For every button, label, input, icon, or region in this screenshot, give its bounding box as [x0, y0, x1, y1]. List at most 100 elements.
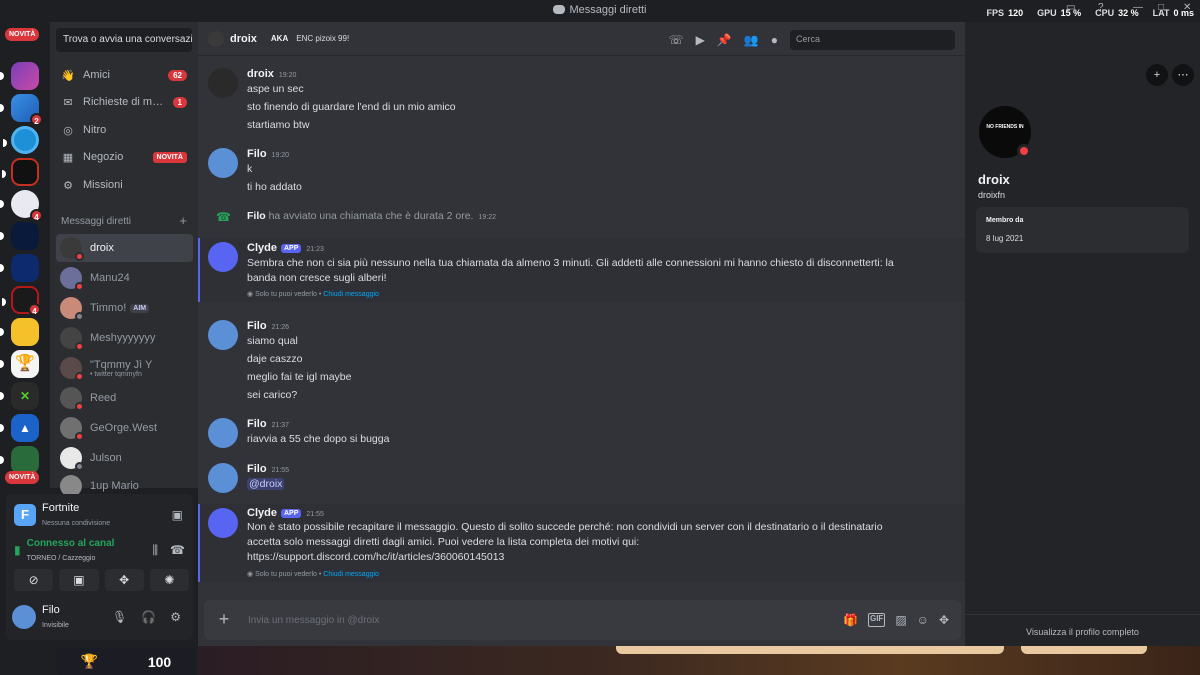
user-info: Filo Invisibile 🎙 🎧 ⚙ [12, 599, 187, 635]
mail-icon: ✉ [63, 96, 73, 109]
support-link[interactable]: https://support.discord.com/hc/it/articl… [247, 551, 504, 563]
ephemeral-note: ◉ Solo tu puoi vederlo • Chiudi messaggi… [247, 571, 379, 578]
pin-icon[interactable]: 📌 [717, 33, 732, 47]
dm-item[interactable]: Meshyyyyyyy [56, 324, 193, 352]
server-icon[interactable]: 4 [2, 286, 41, 316]
server-icon[interactable] [0, 62, 39, 90]
activity-game[interactable]: F Fortnite Nessuna condivisione ▣ [14, 500, 189, 530]
message-text: sei carico? [247, 389, 298, 401]
voice-call-icon[interactable]: ☏ [669, 33, 684, 47]
server-icon[interactable] [2, 158, 39, 186]
nitro-icon: ◎ [63, 124, 73, 137]
message-text: daje caszzo [247, 353, 303, 365]
game-background [198, 646, 1200, 675]
message-author[interactable]: Filo 19:20 [247, 148, 289, 160]
ephemeral-message: Clyde APP 21:55 Non è stato possibile reca… [198, 504, 965, 582]
server-icon[interactable] [3, 126, 39, 154]
server-icon[interactable]: 2 [0, 94, 43, 126]
microphone-icon[interactable]: 🎙 [112, 610, 127, 624]
dismiss-message-link[interactable]: Chiudi messaggio [323, 291, 379, 298]
noise-suppression-icon[interactable]: ⫼ [153, 543, 159, 558]
message-composer[interactable]: + Invia un messaggio in @droix 🎁 GIF ▨ ☺… [204, 600, 961, 640]
find-conversation-button[interactable]: Trova o avvia una conversazione [56, 28, 192, 52]
clyde-avatar[interactable] [208, 508, 238, 538]
clyde-avatar[interactable] [208, 242, 238, 272]
dm-item-droix[interactable]: droix [56, 234, 193, 262]
dm-item[interactable]: GeOrge.West [56, 414, 193, 442]
sticker-icon[interactable]: ▨ [895, 613, 906, 627]
inbox-icon[interactable]: ▭ [1066, 2, 1075, 13]
message-input[interactable]: Invia un messaggio in @droix [248, 615, 843, 626]
disconnect-icon[interactable]: ☎ [170, 543, 185, 557]
message-text: riavvia a 55 che dopo si bugga [247, 433, 390, 445]
server-icon[interactable]: 4 [0, 190, 43, 222]
message-author[interactable]: Filo 21:55 [247, 463, 289, 475]
add-dm-icon[interactable]: + [179, 214, 187, 227]
dm-item[interactable]: Manu24 [56, 264, 193, 292]
avatar [208, 30, 224, 47]
more-options-icon[interactable]: ⋯ [1172, 64, 1194, 86]
message-text: startiamo btw [247, 119, 310, 131]
dm-item[interactable]: Julson [56, 444, 193, 472]
avatar [60, 447, 84, 471]
message-group: Filo 21:37 riavvia a 55 che dopo si bugga [198, 416, 965, 448]
apps-icon[interactable]: ✥ [939, 613, 949, 627]
soundboard-button[interactable]: ✺ [149, 569, 189, 591]
nav-friends[interactable]: 👋 Amici 62 [56, 63, 192, 87]
activities-button[interactable]: ✥ [104, 569, 144, 591]
trophy-server-icon[interactable]: 🏆 [0, 350, 39, 378]
server-icon[interactable] [0, 254, 39, 282]
avatar[interactable] [208, 148, 238, 178]
gif-icon[interactable]: GIF [867, 613, 886, 627]
emoji-icon[interactable]: ☺ [917, 613, 929, 627]
message-author[interactable]: Filo 21:26 [247, 320, 289, 332]
user-profile-icon[interactable]: ● [771, 33, 778, 47]
add-attachment-icon[interactable]: + [214, 610, 234, 630]
nav-message-requests[interactable]: ✉Richieste di messaggi1 [56, 90, 192, 114]
settings-gear-icon[interactable]: ⚙ [170, 610, 181, 624]
gift-icon[interactable]: 🎁 [843, 613, 858, 627]
camera-off-button[interactable]: ⊘ [14, 569, 54, 591]
dm-item[interactable]: "Tqmmy Jì Y • twitter tqmmyfn [56, 354, 193, 382]
server-icon[interactable] [0, 222, 39, 250]
profile-name: droix [978, 172, 1010, 187]
nav-nitro[interactable]: ◎ Nitro [56, 118, 192, 142]
help-icon[interactable]: ? [1098, 2, 1104, 13]
close-icon[interactable]: ✕ [1183, 2, 1191, 13]
add-friends-icon[interactable]: 👥 [744, 33, 759, 47]
server-icon[interactable]: ✕ [0, 382, 39, 410]
message-author[interactable]: droix 19:20 [247, 68, 296, 80]
message-author[interactable]: Filo 21:37 [247, 418, 289, 430]
server-icon[interactable]: ▲ [0, 414, 39, 442]
avatar [60, 357, 84, 381]
message-author[interactable]: Clyde APP 21:55 [247, 507, 324, 519]
nav-quests[interactable]: ⚙ Missioni [56, 173, 192, 197]
avatar[interactable] [12, 605, 36, 629]
avatar [60, 297, 84, 321]
message-author[interactable]: Clyde APP 21:23 [247, 242, 324, 254]
screen-share-icon[interactable]: ▣ [172, 508, 183, 522]
search-input[interactable]: Cerca [790, 30, 955, 50]
server-icon[interactable] [0, 446, 39, 474]
user-mention[interactable]: @droix [247, 478, 285, 490]
add-friend-icon[interactable]: + [1146, 64, 1168, 86]
video-call-icon[interactable]: ▶ [696, 33, 705, 47]
avatar[interactable] [208, 418, 238, 448]
avatar[interactable] [208, 320, 238, 350]
dm-item[interactable]: Reed [56, 384, 193, 412]
screen-share-button[interactable]: ▣ [59, 569, 99, 591]
minimize-icon[interactable]: — [1133, 2, 1143, 13]
discord-icon [553, 5, 566, 14]
avatar[interactable] [208, 463, 238, 493]
message-group: Filo 21:55 @droix [198, 461, 965, 493]
dismiss-message-link[interactable]: Chiudi messaggio [323, 571, 379, 578]
maximize-icon[interactable]: □ [1158, 2, 1164, 13]
server-icon[interactable] [0, 318, 39, 346]
message-text: ti ho addato [247, 181, 302, 193]
nav-shop[interactable]: ▦ Negozio NOVITÀ [56, 145, 192, 169]
avatar[interactable] [208, 68, 238, 98]
dm-item[interactable]: Timmo! AIM [56, 294, 193, 322]
eye-icon: ◉ [247, 291, 256, 298]
headphones-icon[interactable]: 🎧 [141, 610, 156, 624]
view-full-profile-button[interactable]: Visualizza il profilo completo [965, 614, 1200, 646]
